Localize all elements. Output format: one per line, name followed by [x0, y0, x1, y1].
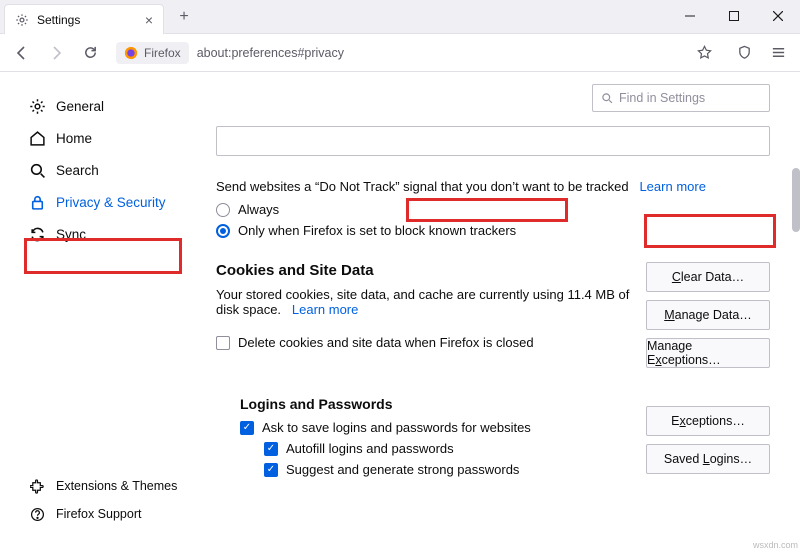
checkbox-icon: ✓: [240, 421, 254, 435]
dnt-option-always[interactable]: Always: [216, 202, 770, 217]
question-icon: [28, 505, 46, 523]
cookies-desc-pre: Your stored cookies, site data, and cach…: [216, 287, 567, 302]
reload-button[interactable]: [76, 39, 104, 67]
do-not-track-section: Send websites a “Do Not Track” signal th…: [216, 178, 770, 238]
sidebar-extensions-link[interactable]: Extensions & Themes: [28, 472, 188, 500]
cookies-section-title: Cookies and Site Data: [216, 262, 634, 279]
tab-settings[interactable]: Settings ×: [4, 4, 164, 34]
radio-label: Only when Firefox is set to block known …: [238, 223, 516, 238]
minimize-button[interactable]: [668, 0, 712, 32]
sidebar-item-search[interactable]: Search: [28, 154, 188, 186]
ask-save-logins-checkbox[interactable]: ✓ Ask to save logins and passwords for w…: [240, 420, 634, 435]
cookies-usage: 11.4 MB: [567, 287, 614, 302]
manage-exceptions-button[interactable]: Manage Exceptions…: [646, 338, 770, 368]
settings-sidebar: General Home Search Privacy & Security S…: [0, 72, 200, 552]
identity-label: Firefox: [144, 46, 181, 60]
gear-icon: [15, 13, 29, 27]
tab-label: Settings: [37, 13, 137, 27]
checkbox-icon: ✓: [264, 442, 278, 456]
sidebar-footer: Extensions & Themes Firefox Support: [28, 472, 188, 540]
home-icon: [28, 129, 46, 147]
suggest-passwords-checkbox[interactable]: ✓ Suggest and generate strong passwords: [264, 462, 634, 477]
sidebar-support-link[interactable]: Firefox Support: [28, 500, 188, 528]
logins-section: Logins and Passwords ✓ Ask to save login…: [216, 374, 770, 483]
url-text: about:preferences#privacy: [189, 42, 690, 64]
search-icon: [28, 161, 46, 179]
new-tab-button[interactable]: +: [170, 3, 198, 31]
sidebar-item-label: General: [56, 99, 104, 114]
sidebar-item-label: Privacy & Security: [56, 195, 166, 210]
custom-blocking-box: [216, 126, 770, 156]
checkbox-label: Ask to save logins and passwords for web…: [262, 420, 531, 435]
checkbox-icon: [216, 336, 230, 350]
close-icon[interactable]: ×: [145, 12, 153, 28]
logins-exceptions-button[interactable]: Exceptions…: [646, 406, 770, 436]
titlebar: Settings × +: [0, 0, 800, 34]
checkbox-label: Delete cookies and site data when Firefo…: [238, 335, 534, 350]
sidebar-item-privacy[interactable]: Privacy & Security: [28, 186, 188, 218]
tab-strip: Settings × +: [0, 0, 198, 34]
checkbox-label: Suggest and generate strong passwords: [286, 462, 519, 477]
bookmark-star-icon[interactable]: [690, 45, 718, 60]
radio-label: Always: [238, 202, 279, 217]
search-icon: [601, 92, 613, 104]
forward-button[interactable]: [42, 39, 70, 67]
sidebar-footer-label: Extensions & Themes: [56, 479, 177, 493]
find-in-settings-input[interactable]: Find in Settings: [592, 84, 770, 112]
navigation-toolbar: Firefox about:preferences#privacy: [0, 34, 800, 72]
logins-button-column: Exceptions… Saved Logins…: [646, 406, 770, 474]
sidebar-item-label: Search: [56, 163, 99, 178]
app-menu-button[interactable]: [764, 39, 792, 67]
close-window-button[interactable]: [756, 0, 800, 32]
dnt-learn-more-link[interactable]: Learn more: [639, 179, 705, 194]
address-bar[interactable]: Firefox about:preferences#privacy: [116, 42, 718, 64]
maximize-button[interactable]: [712, 0, 756, 32]
gear-icon: [28, 97, 46, 115]
cookies-learn-more-link[interactable]: Learn more: [292, 302, 358, 317]
checkbox-label: Autofill logins and passwords: [286, 441, 454, 456]
lock-icon: [28, 193, 46, 211]
sidebar-item-label: Home: [56, 131, 92, 146]
delete-on-close-checkbox[interactable]: Delete cookies and site data when Firefo…: [216, 335, 634, 350]
puzzle-icon: [28, 477, 46, 495]
cookies-section: Cookies and Site Data Your stored cookie…: [216, 262, 770, 368]
clear-data-button[interactable]: Clear Data…: [646, 262, 770, 292]
autofill-logins-checkbox[interactable]: ✓ Autofill logins and passwords: [264, 441, 634, 456]
checkbox-icon: ✓: [264, 463, 278, 477]
settings-main-panel: Find in Settings Send websites a “Do Not…: [200, 72, 800, 552]
window-controls: [668, 0, 800, 32]
dnt-text: Send websites a “Do Not Track” signal th…: [216, 179, 629, 194]
logins-section-title: Logins and Passwords: [240, 396, 634, 412]
identity-box[interactable]: Firefox: [116, 42, 189, 64]
watermark-text: wsxdn.com: [753, 540, 798, 550]
radio-icon: [216, 203, 230, 217]
back-button[interactable]: [8, 39, 36, 67]
shield-icon[interactable]: [730, 39, 758, 67]
sidebar-item-home[interactable]: Home: [28, 122, 188, 154]
sidebar-item-general[interactable]: General: [28, 90, 188, 122]
sidebar-item-label: Sync: [56, 227, 86, 242]
sidebar-item-sync[interactable]: Sync: [28, 218, 188, 250]
content-area: General Home Search Privacy & Security S…: [0, 72, 800, 552]
sidebar-footer-label: Firefox Support: [56, 507, 141, 521]
search-placeholder: Find in Settings: [619, 91, 705, 105]
cookies-button-column: Clear Data… Manage Data… Manage Exceptio…: [646, 262, 770, 368]
radio-icon: [216, 224, 230, 238]
sync-icon: [28, 225, 46, 243]
manage-data-button[interactable]: Manage Data…: [646, 300, 770, 330]
dnt-option-known-trackers[interactable]: Only when Firefox is set to block known …: [216, 223, 770, 238]
firefox-logo-icon: [124, 46, 138, 60]
saved-logins-button[interactable]: Saved Logins…: [646, 444, 770, 474]
